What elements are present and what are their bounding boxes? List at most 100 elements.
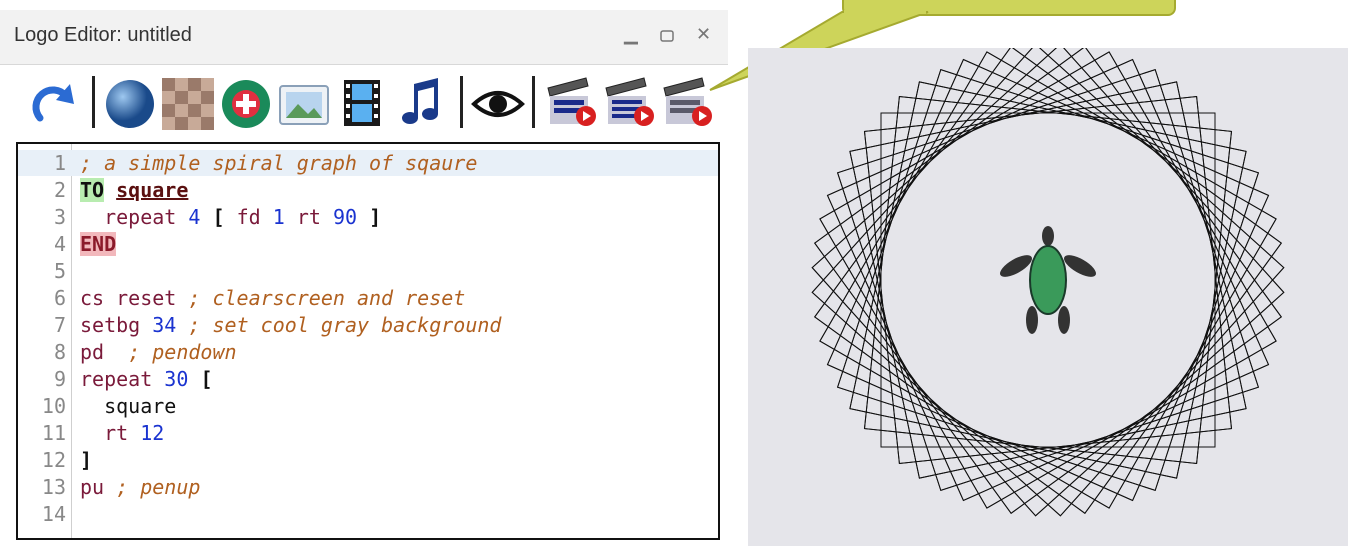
token-cmd: rt <box>104 421 129 445</box>
film-icon[interactable] <box>334 74 390 130</box>
code-text: pu ; penup <box>80 474 200 500</box>
line-number: 1 <box>53 151 66 175</box>
token-cmt: ; pendown <box>128 340 237 364</box>
token-cmt: ; clearscreen and reset <box>188 286 466 310</box>
token-num: 1 <box>272 205 285 229</box>
logo-editor-window: Logo Editor: untitled ▁ ✕ 1 ; a simple s… <box>0 0 728 546</box>
token-kw-end: END <box>80 232 117 256</box>
line-number: 8 <box>53 340 66 364</box>
token-br: [ <box>212 205 225 229</box>
redo-icon[interactable] <box>26 74 82 130</box>
code-text: TO square <box>80 177 188 203</box>
token-br: ] <box>80 448 93 472</box>
code-text: END <box>80 231 117 257</box>
code-line[interactable]: 13 pu ; penup <box>18 474 718 500</box>
token-proc: square <box>116 178 189 202</box>
token-cmd: setbg <box>80 313 141 337</box>
token-cmd: pd <box>80 340 105 364</box>
token-cmt: ; a simple spiral graph of sqaure <box>80 151 478 175</box>
code-line[interactable]: 11 rt 12 <box>18 420 718 446</box>
token-cmd: pu <box>80 475 105 499</box>
line-number: 2 <box>53 178 66 202</box>
line-number: 11 <box>41 421 66 445</box>
token-plain: square <box>80 394 177 418</box>
token-cmd: repeat <box>80 367 153 391</box>
line-number: 10 <box>41 394 66 418</box>
code-line[interactable]: 10 square <box>18 393 718 419</box>
texture-icon[interactable] <box>160 74 216 130</box>
code-text: cs reset ; clearscreen and reset <box>80 285 465 311</box>
line-number: 14 <box>41 502 66 526</box>
token-br: [ <box>200 367 213 391</box>
code-editor[interactable]: 1 ; a simple spiral graph of sqaure 2 TO sq… <box>16 142 720 540</box>
token-kw-to: TO <box>80 178 105 202</box>
maximize-icon[interactable] <box>660 26 674 47</box>
line-number: 9 <box>53 367 66 391</box>
image-icon[interactable] <box>276 74 332 130</box>
turtle-canvas[interactable] <box>748 43 1348 546</box>
toolbar-separator <box>92 76 95 128</box>
code-line[interactable]: 9 repeat 30 [ <box>18 366 718 392</box>
token-num: 30 <box>164 367 189 391</box>
code-text: pd ; pendown <box>80 339 237 365</box>
code-line[interactable]: 5 <box>18 258 718 284</box>
code-text: rt 12 <box>80 420 164 446</box>
code-text: repeat 4 [ fd 1 rt 90 ] <box>80 204 381 230</box>
code-line[interactable]: 7 setbg 34 ; set cool gray background <box>18 312 718 338</box>
token-cmt: ; penup <box>116 475 201 499</box>
minimize-icon[interactable]: ▁ <box>624 24 638 45</box>
token-cmd: fd <box>236 205 261 229</box>
code-line[interactable]: 14 <box>18 501 718 527</box>
token-num: 90 <box>332 205 358 229</box>
token-cmd: rt <box>296 205 321 229</box>
globe-add-icon[interactable] <box>218 74 274 130</box>
code-text: square <box>80 393 176 419</box>
toolbar <box>0 66 728 136</box>
code-line[interactable]: 2 TO square <box>18 177 718 203</box>
token-br: ] <box>369 205 382 229</box>
line-number: 6 <box>53 286 66 310</box>
code-text: ] <box>80 447 92 473</box>
token-cmd: repeat <box>104 205 177 229</box>
clapper-icon[interactable] <box>542 74 598 130</box>
token-num: 12 <box>140 421 165 445</box>
line-number: 7 <box>53 313 66 337</box>
clapper-list-icon[interactable] <box>600 74 656 130</box>
code-text: setbg 34 ; set cool gray background <box>80 312 501 338</box>
code-line[interactable]: 6 cs reset ; clearscreen and reset <box>18 285 718 311</box>
code-line[interactable]: 12] <box>18 447 718 473</box>
token-num: 34 <box>152 313 177 337</box>
token-cmd: cs reset <box>80 286 177 310</box>
token-num: 4 <box>188 205 201 229</box>
eye-icon[interactable] <box>470 74 526 130</box>
spiral-drawing <box>811 43 1285 517</box>
token-cmt: ; set cool gray background <box>188 313 502 337</box>
code-text: repeat 30 [ <box>80 366 212 392</box>
code-line[interactable]: 3 repeat 4 [ fd 1 rt 90 ] <box>18 204 718 230</box>
line-number: 4 <box>53 232 66 256</box>
music-icon[interactable] <box>394 74 450 130</box>
toolbar-separator <box>460 76 463 128</box>
code-line[interactable]: 1 ; a simple spiral graph of sqaure <box>18 150 718 176</box>
code-line[interactable]: 8 pd ; pendown <box>18 339 718 365</box>
line-number: 13 <box>41 475 66 499</box>
code-line[interactable]: 4 END <box>18 231 718 257</box>
line-number: 3 <box>53 205 66 229</box>
sphere-icon[interactable] <box>102 74 158 130</box>
